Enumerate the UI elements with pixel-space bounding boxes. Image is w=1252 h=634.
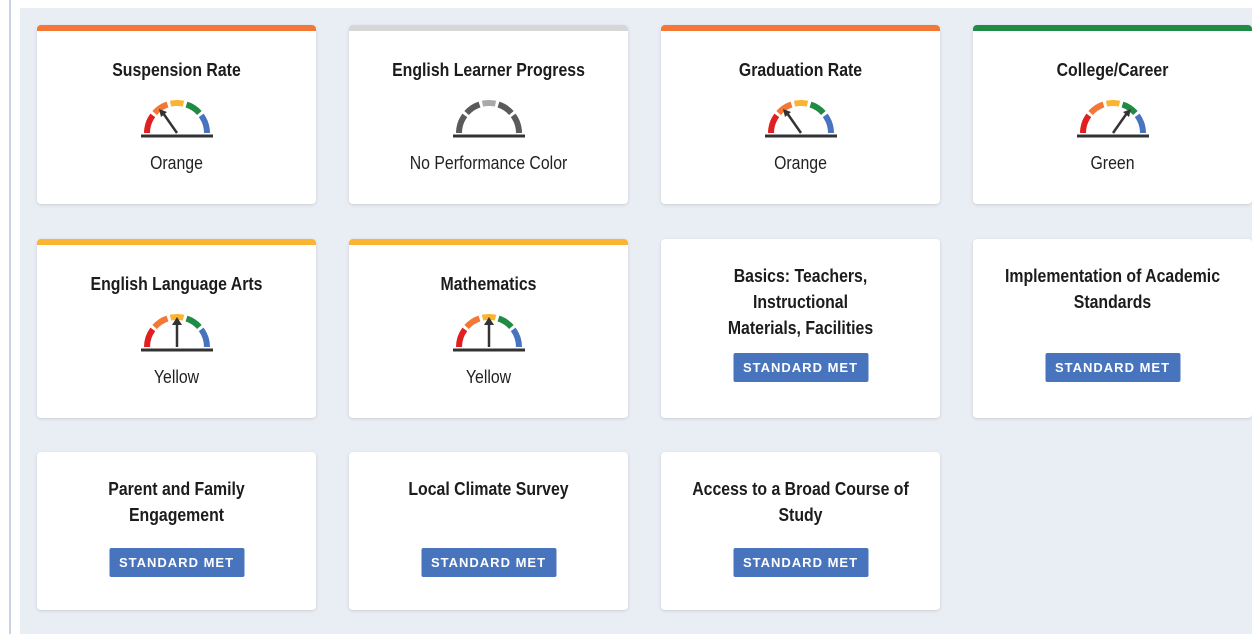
card-title: English Learner Progress [392, 60, 585, 80]
dashboard-frame: Suspension Rate Orange English Learner P… [0, 0, 1252, 634]
gauge-yellow-icon [452, 313, 525, 352]
gauge-orange-icon [764, 99, 837, 138]
card-local-climate-survey[interactable]: Local Climate Survey STANDARD MET [349, 452, 628, 610]
card-title-line: Implementation of Academic [1004, 266, 1221, 286]
card-title-line: Materials, Facilities [727, 318, 874, 338]
card-title: Implementation of Academic Standards [999, 263, 1227, 315]
card-title: Mathematics [440, 274, 537, 294]
gauge-green-icon [1076, 99, 1149, 138]
card-implementation-of-academic-standards[interactable]: Implementation of Academic Standards STA… [973, 239, 1252, 418]
card-title-line: Parent and Family [108, 479, 245, 499]
card-status: Orange [150, 153, 203, 173]
card-title: Parent and Family Engagement [63, 476, 291, 528]
card-title-line: Engagement [128, 505, 225, 525]
card-color-bar [37, 25, 316, 31]
indicator-panel: Suspension Rate Orange English Learner P… [20, 8, 1252, 634]
card-color-bar [661, 25, 940, 31]
card-title: Access to a Broad Course of Study [687, 476, 915, 528]
card-english-language-arts[interactable]: English Language Arts Yellow [37, 239, 316, 418]
card-color-bar [37, 239, 316, 245]
card-basics[interactable]: Basics: Teachers, Instructional Material… [661, 239, 940, 418]
card-mathematics[interactable]: Mathematics Yellow [349, 239, 628, 418]
standard-met-badge: STANDARD MET [108, 548, 245, 577]
card-title-line: Access to a Broad Course of [692, 479, 909, 499]
card-suspension-rate[interactable]: Suspension Rate Orange [37, 25, 316, 204]
card-status: Orange [774, 153, 827, 173]
left-divider [9, 0, 11, 634]
card-status: No Performance Color [409, 153, 568, 173]
card-title-line: Study [778, 505, 823, 525]
card-title: Graduation Rate [738, 60, 863, 80]
card-title-line: Standards [1073, 292, 1152, 312]
card-english-learner-progress[interactable]: English Learner Progress No Performance … [349, 25, 628, 204]
card-parent-and-family-engagement[interactable]: Parent and Family Engagement STANDARD ME… [37, 452, 316, 610]
card-color-bar [973, 25, 1252, 31]
card-title: English Language Arts [90, 274, 263, 294]
card-status: Green [1090, 153, 1135, 173]
standard-met-badge: STANDARD MET [732, 548, 869, 577]
gauge-orange-icon [140, 99, 213, 138]
card-title: Basics: Teachers, Instructional Material… [687, 263, 915, 341]
card-title: College/Career [1056, 60, 1169, 80]
card-title: Local Climate Survey [408, 479, 569, 499]
standard-met-badge: STANDARD MET [1044, 353, 1181, 382]
card-color-bar [349, 25, 628, 31]
card-access-to-broad-course-of-study[interactable]: Access to a Broad Course of Study STANDA… [661, 452, 940, 610]
gauge-yellow-icon [140, 313, 213, 352]
card-status: Yellow [465, 367, 512, 387]
card-title: Suspension Rate [112, 60, 241, 80]
card-graduation-rate[interactable]: Graduation Rate Orange [661, 25, 940, 204]
gauge-no-color-icon [452, 99, 525, 138]
card-title-line: Basics: Teachers, Instructional [733, 266, 868, 312]
card-status: Yellow [153, 367, 200, 387]
standard-met-badge: STANDARD MET [420, 548, 557, 577]
card-college-career[interactable]: College/Career Green [973, 25, 1252, 204]
standard-met-badge: STANDARD MET [732, 353, 869, 382]
card-color-bar [349, 239, 628, 245]
